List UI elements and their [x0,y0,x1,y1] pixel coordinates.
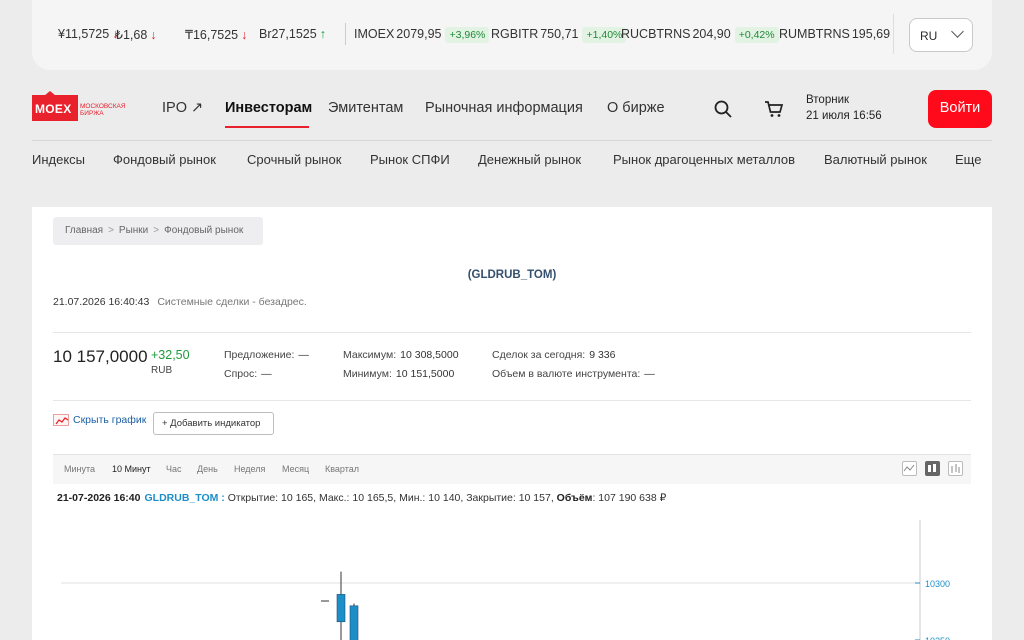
tab-day[interactable]: День [197,464,218,474]
deals-field: Сделок за сегодня: 9 336 [492,349,616,361]
offer-field: Предложение: — [224,349,309,361]
chart-tabs-bar [53,454,971,484]
max-field: Максимум: 10 308,5000 [343,349,459,361]
index-rucbtrns[interactable]: RUCBTRNS 204,90 +0,42% [621,27,779,43]
subnav-spfi[interactable]: Рынок СПФИ [370,152,450,167]
trade-timestamp: 21.07.2026 16:40:43 Системные сделки - бе… [53,296,307,308]
moex-logo[interactable]: MOEX МОСКОВСКАЯ БИРЖА [32,91,126,123]
nav-ipo[interactable]: IPO ↗ [162,100,203,116]
hide-chart-label: Скрыть график [73,414,147,426]
price-currency: RUB [151,365,173,376]
nav-issuers[interactable]: Эмитентам [328,100,403,116]
bar-chart-icon[interactable] [948,461,963,476]
subnav-fx-market[interactable]: Валютный рынок [824,152,927,167]
volume-field: Объем в валюте инструмента: — [492,368,655,380]
subnav-money-market[interactable]: Денежный рынок [478,152,581,167]
tab-week[interactable]: Неделя [234,464,265,474]
currency-rate[interactable]: Br27,1525 ↑ [259,27,326,41]
datetime-label: 21 июля 16:56 [806,110,882,122]
candle-body [336,594,346,623]
index-imoex[interactable]: IMOEX 2079,95 +3,96% [354,27,490,43]
candle-body [349,605,359,640]
tab-quarter[interactable]: Квартал [325,464,359,474]
ohlc-summary: 21-07-2026 16:40 GLDRUB_TOM : Открытие: 1… [57,492,666,504]
ohlc-ticker: GLDRUB_TOM : [144,492,225,504]
subnav-derivatives[interactable]: Срочный рынок [247,152,341,167]
subnav-indices[interactable]: Индексы [32,152,85,167]
active-nav-underline [225,126,309,128]
divider [53,332,971,333]
y-tick-label: 10300 [925,579,950,589]
nav-market-info[interactable]: Рыночная информация [425,100,583,116]
weekday-label: Вторник [806,94,850,106]
add-indicator-button[interactable]: + Добавить индикатор [153,412,274,435]
line-chart-icon[interactable] [902,461,917,476]
divider [345,23,346,45]
ohlc-volume: : 107 190 638 ₽ [592,492,667,504]
divider [893,14,894,54]
chevron-right-icon: > [108,225,114,236]
subnav-more[interactable]: Еще [955,152,981,167]
chart-icon [53,414,69,427]
tab-hour[interactable]: Час [166,464,182,474]
login-button[interactable]: Войти [928,90,992,128]
currency-rate[interactable]: ₸16,7525 ↓ [185,27,247,42]
timestamp: 21.07.2026 16:40:43 [53,296,150,308]
currency-rate[interactable]: ₺1,68 ↓ [115,27,157,42]
nav-investors[interactable]: Инвесторам [225,100,312,116]
hide-chart-link[interactable]: Скрыть график [53,414,147,427]
y-tick-label: 10250 [925,636,950,640]
cart-icon[interactable] [764,100,784,118]
tab-10-minutes[interactable]: 10 Минут [112,464,151,474]
security-title: (GLDRUB_TOM) [467,269,557,281]
index-rumbtrns[interactable]: RUMBTRNS195,69+0 [779,27,893,41]
subnav-precious-metals[interactable]: Рынок драгоценных металлов [613,152,795,167]
bid-field: Спрос: — [224,368,272,380]
breadcrumb: Главная > Рынки > Фондовый рынок [53,217,263,245]
header-divider [32,140,992,141]
ohlc-datetime: 21-07-2026 16:40 [57,492,141,504]
subnav-stock-market[interactable]: Фондовый рынок [113,152,216,167]
tab-minute[interactable]: Минута [64,464,95,474]
breadcrumb-markets[interactable]: Рынки [119,225,148,236]
arrow-down-icon: ↓ [150,28,157,42]
logo-subtitle: МОСКОВСКАЯ БИРЖА [80,103,126,117]
divider [53,400,971,401]
ohlc-volume-label: Объём [556,492,593,504]
price-change: +32,50 [151,348,190,362]
breadcrumb-stock-market[interactable]: Фондовый рынок [164,225,243,236]
last-price: 10 157,0000 [53,347,148,366]
logo-mark: MOEX [32,91,78,121]
index-rgbitr[interactable]: RGBITR 750,71 +1,40% [491,27,627,43]
nav-about[interactable]: О бирже [607,100,665,116]
ohlc-values: Открытие: 10 165, Макс.: 10 165,5, Мин.:… [224,492,557,504]
language-select[interactable]: RU [909,18,973,52]
arrow-down-icon: ↓ [241,28,248,42]
price-chart[interactable]: 10300 10250 [53,520,971,640]
trade-mode: Системные сделки - безадрес. [157,296,307,308]
chevron-right-icon: > [153,225,160,236]
chevron-down-icon [951,25,964,38]
candlestick-chart-icon[interactable] [925,461,940,476]
breadcrumb-home[interactable]: Главная [65,225,103,236]
arrow-up-icon: ↑ [319,27,326,41]
tab-month[interactable]: Месяц [282,464,309,474]
search-icon[interactable] [714,100,732,118]
min-field: Минимум: 10 151,5000 [343,368,455,380]
currency-rate[interactable]: ¥11,5725 ↓ [58,27,118,41]
